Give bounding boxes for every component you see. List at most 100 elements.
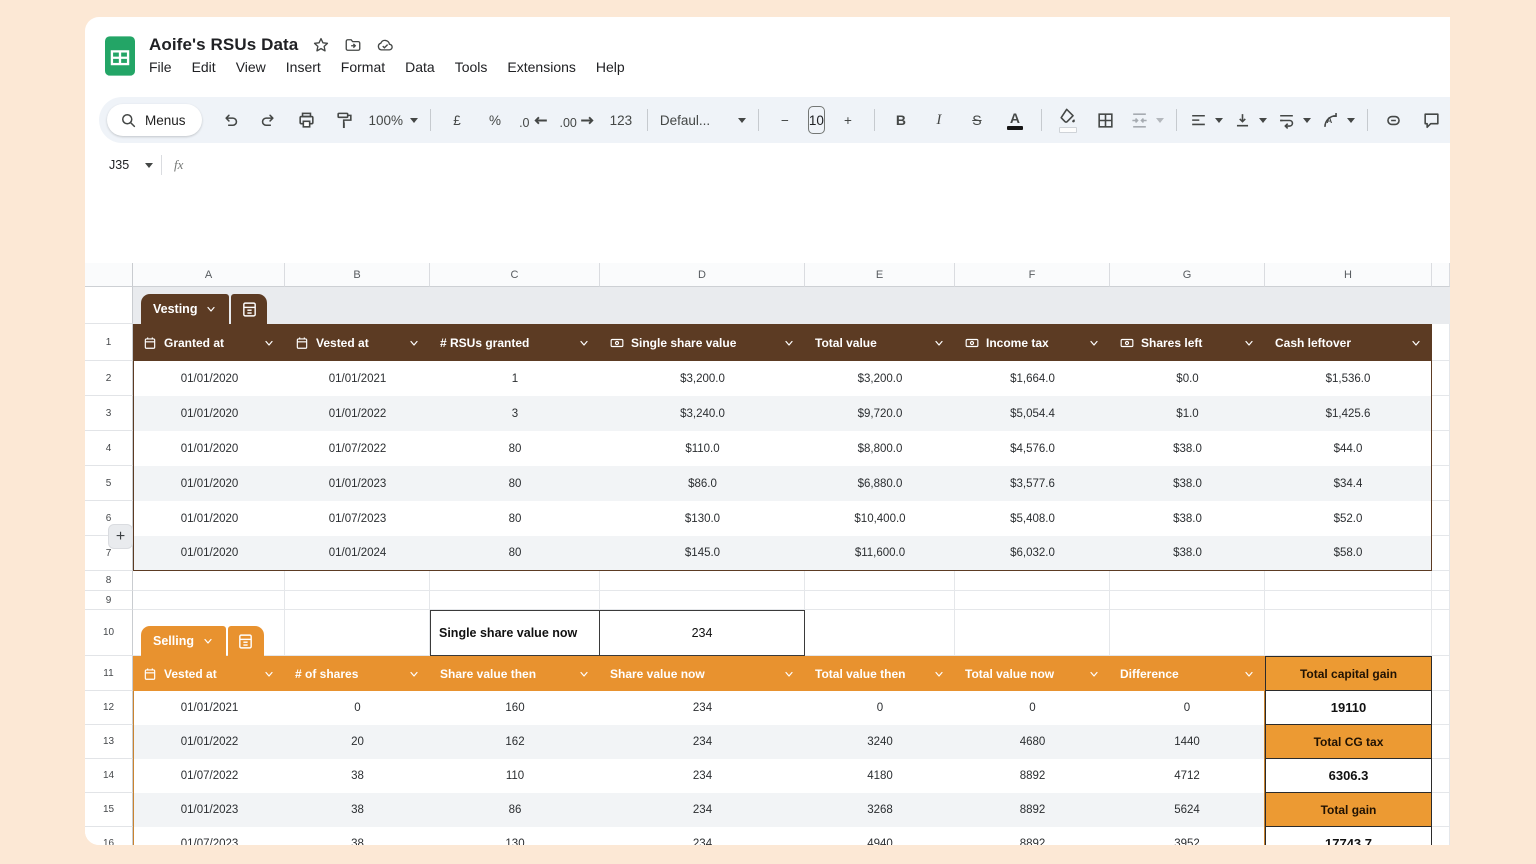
chevron-down-icon[interactable] [145, 163, 153, 168]
chevron-down-icon[interactable] [578, 337, 590, 349]
cell[interactable]: 234 [600, 827, 805, 845]
cell[interactable] [430, 591, 600, 610]
cell[interactable]: $130.0 [600, 501, 805, 536]
vertical-align-button[interactable] [1228, 105, 1272, 135]
strikethrough-button[interactable]: S [958, 105, 996, 135]
text-rotation-button[interactable] [1316, 105, 1360, 135]
summary-capital-gain-value[interactable]: 19110 [1265, 691, 1432, 725]
cell[interactable] [1110, 591, 1265, 610]
cell[interactable]: 01/01/2020 [133, 501, 285, 536]
name-box[interactable]: J35 [109, 158, 173, 172]
cell[interactable]: 4712 [1110, 759, 1265, 793]
cell[interactable] [1432, 536, 1450, 571]
cell[interactable]: 38 [285, 827, 430, 845]
column-header-F[interactable]: F [955, 263, 1110, 287]
cell[interactable] [600, 571, 805, 591]
menu-file[interactable]: File [141, 57, 180, 77]
selling-table-chip[interactable]: Selling [141, 626, 264, 656]
row-header-4[interactable]: 4 [85, 431, 133, 466]
column-header-B[interactable]: B [285, 263, 430, 287]
increase-decimal-button[interactable]: .00 [555, 105, 602, 135]
cell[interactable] [1432, 827, 1450, 845]
cell[interactable]: $38.0 [1110, 536, 1265, 571]
chevron-down-icon[interactable] [263, 668, 275, 680]
cell[interactable]: $110.0 [600, 431, 805, 466]
cell[interactable]: 01/01/2020 [133, 361, 285, 396]
decrease-font-size-button[interactable]: − [766, 105, 804, 135]
cell[interactable] [1110, 610, 1265, 656]
chevron-down-icon[interactable] [202, 635, 214, 647]
cell[interactable]: 38 [285, 793, 430, 827]
cell[interactable]: $8,800.0 [805, 431, 955, 466]
cell[interactable]: 01/01/2021 [133, 691, 285, 725]
vesting-header-granted-at[interactable]: Granted at [133, 324, 285, 361]
vesting-header-single-share-value[interactable]: Single share value [600, 324, 805, 361]
cell[interactable]: $1,536.0 [1265, 361, 1432, 396]
chevron-down-icon[interactable] [933, 668, 945, 680]
chevron-down-icon[interactable] [1088, 337, 1100, 349]
column-header-G[interactable]: G [1110, 263, 1265, 287]
insert-comment-button[interactable] [1413, 105, 1450, 135]
cell[interactable]: $34.4 [1265, 466, 1432, 501]
row-header-14[interactable]: 14 [85, 759, 133, 793]
row-header-5[interactable]: 5 [85, 466, 133, 501]
cell[interactable] [805, 591, 955, 610]
cell[interactable]: $5,054.4 [955, 396, 1110, 431]
cell[interactable] [805, 571, 955, 591]
cell[interactable]: 130 [430, 827, 600, 845]
summary-capital-gain-header[interactable]: Total capital gain [1265, 656, 1432, 691]
cell[interactable]: 01/01/2021 [285, 361, 430, 396]
cell[interactable] [285, 610, 430, 656]
cell[interactable]: 80 [430, 536, 600, 571]
google-sheets-logo-icon[interactable] [105, 36, 135, 76]
cell[interactable]: $9,720.0 [805, 396, 955, 431]
summary-cg-tax-value[interactable]: 6306.3 [1265, 759, 1432, 793]
row-header-11[interactable]: 11 [85, 656, 133, 691]
cell[interactable]: 0 [955, 691, 1110, 725]
cell[interactable]: 38 [285, 759, 430, 793]
cell[interactable]: 0 [285, 691, 430, 725]
cell[interactable]: 234 [600, 691, 805, 725]
italic-button[interactable]: I [920, 105, 958, 135]
cell[interactable]: 01/01/2020 [133, 536, 285, 571]
merge-cells-button[interactable] [1125, 105, 1169, 135]
cell[interactable] [1432, 691, 1450, 725]
cell[interactable]: 4180 [805, 759, 955, 793]
cell[interactable]: 1440 [1110, 725, 1265, 759]
cell[interactable] [1432, 591, 1450, 610]
cell[interactable] [1432, 759, 1450, 793]
text-color-button[interactable]: A [996, 105, 1034, 135]
cell[interactable]: $11,600.0 [805, 536, 955, 571]
cell[interactable]: 01/01/2020 [133, 431, 285, 466]
cell[interactable]: 160 [430, 691, 600, 725]
cell[interactable] [1432, 793, 1450, 827]
summary-total-gain-header[interactable]: Total gain [1265, 793, 1432, 827]
menu-format[interactable]: Format [333, 57, 393, 77]
cell[interactable] [955, 610, 1110, 656]
vesting-header-total-value[interactable]: Total value [805, 324, 955, 361]
row-header-1[interactable]: 1 [85, 324, 133, 361]
row-header-2[interactable]: 2 [85, 361, 133, 396]
vesting-header-income-tax[interactable]: Income tax [955, 324, 1110, 361]
row-header-9[interactable]: 9 [85, 591, 133, 610]
decrease-decimal-button[interactable]: .0 [514, 105, 554, 135]
percent-format-button[interactable]: % [476, 105, 514, 135]
cell[interactable]: 234 [600, 793, 805, 827]
summary-cg-tax-header[interactable]: Total CG tax [1265, 725, 1432, 759]
cell[interactable]: $3,200.0 [805, 361, 955, 396]
menu-view[interactable]: View [228, 57, 274, 77]
column-header-partial[interactable] [1432, 263, 1450, 287]
column-header-D[interactable]: D [600, 263, 805, 287]
selling-header-share-value-then[interactable]: Share value then [430, 656, 600, 691]
cell[interactable]: 01/01/2022 [133, 725, 285, 759]
cell[interactable]: $3,200.0 [600, 361, 805, 396]
cell[interactable]: $5,408.0 [955, 501, 1110, 536]
cell[interactable] [1432, 656, 1450, 691]
cell[interactable]: $0.0 [1110, 361, 1265, 396]
selling-header-num-shares[interactable]: # of shares [285, 656, 430, 691]
cell[interactable] [1432, 466, 1450, 501]
cell[interactable]: 01/07/2022 [133, 759, 285, 793]
selling-header-total-value-then[interactable]: Total value then [805, 656, 955, 691]
selling-header-total-value-now[interactable]: Total value now [955, 656, 1110, 691]
chevron-down-icon[interactable] [783, 337, 795, 349]
